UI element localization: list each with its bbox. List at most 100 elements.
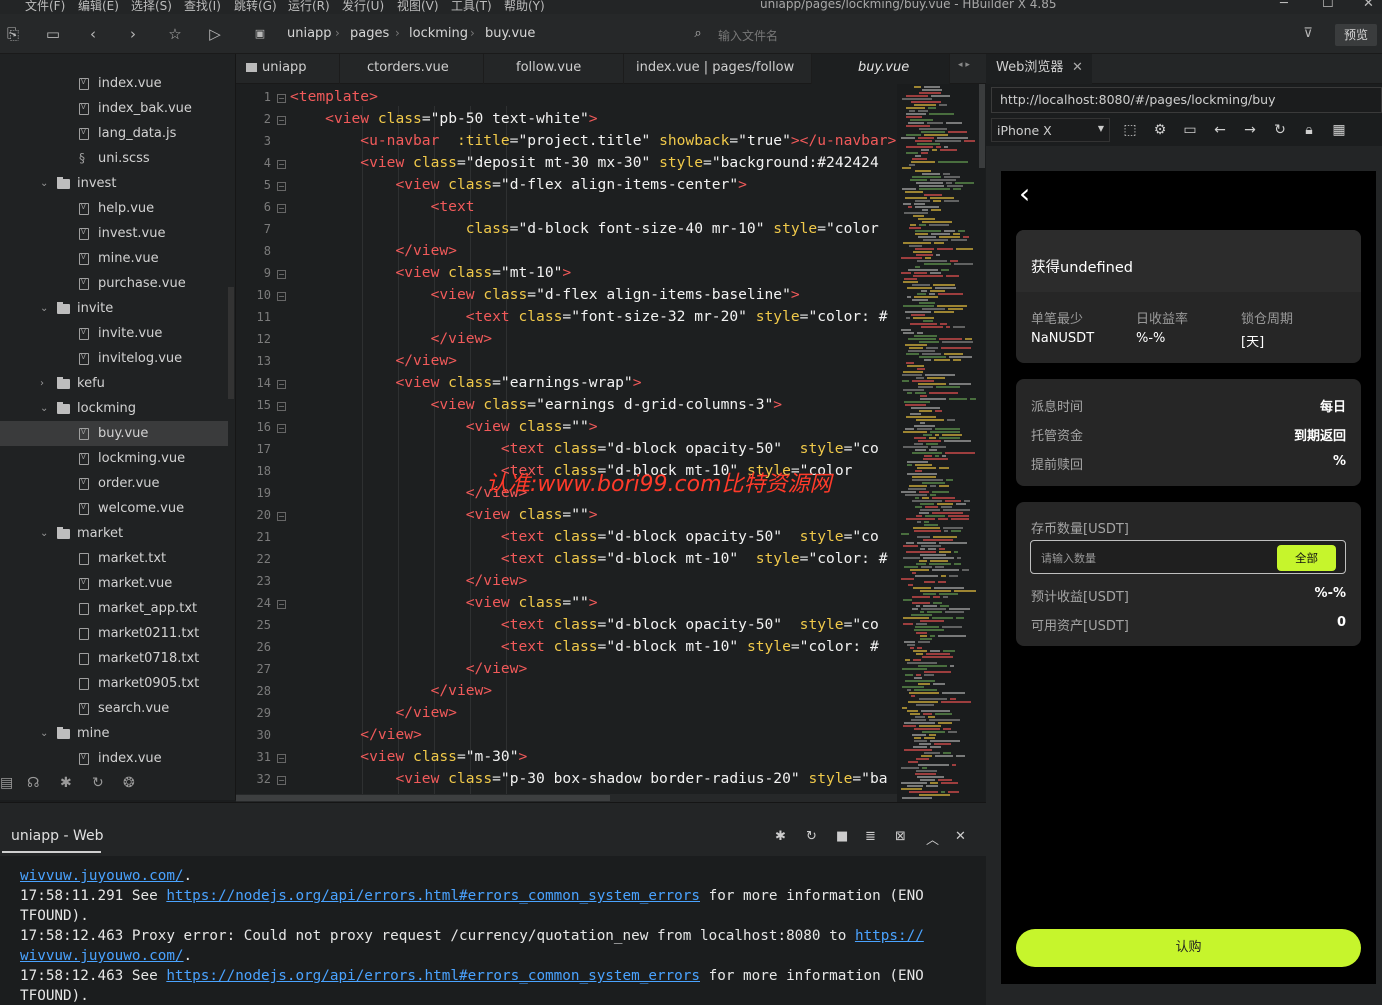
fold-toggle-icon[interactable]: − xyxy=(277,600,286,609)
save-icon[interactable]: ▭ xyxy=(42,23,64,45)
close-panel-icon[interactable]: ✕ xyxy=(955,829,966,844)
chevron-down-icon[interactable]: ⌄ xyxy=(40,521,48,546)
chevron-down-icon[interactable]: ⌄ xyxy=(40,296,48,321)
qrcode-icon[interactable]: ▦ xyxy=(1330,121,1348,139)
menu-find[interactable]: 查找(I) xyxy=(184,0,221,14)
menu-publish[interactable]: 发行(U) xyxy=(342,0,384,14)
minimap[interactable] xyxy=(897,84,985,802)
fold-toggle-icon[interactable]: − xyxy=(277,512,286,521)
tree-item[interactable]: § uni.scss xyxy=(0,146,228,171)
tree-item[interactable]: welcome.vue xyxy=(0,495,228,521)
fold-toggle-icon[interactable]: − xyxy=(277,94,286,103)
tab-follow[interactable]: follow.vue xyxy=(484,54,624,84)
star-icon[interactable]: ☆ xyxy=(164,23,186,45)
back-chevron-icon[interactable]: ‹ xyxy=(1019,179,1030,209)
tree-item[interactable]: index_bak.vue xyxy=(0,95,228,121)
refresh-icon[interactable]: ↻ xyxy=(1271,121,1289,139)
filter-log-icon[interactable]: ≣ xyxy=(865,829,876,844)
tree-item[interactable]: › kefu xyxy=(0,371,228,396)
tree-item[interactable]: order.vue xyxy=(0,470,228,496)
bug-icon[interactable]: ✱ xyxy=(775,829,786,844)
close-window-icon[interactable]: ✕ xyxy=(1363,0,1374,11)
fold-toggle-icon[interactable]: − xyxy=(277,292,286,301)
editor-hscroll-thumb[interactable] xyxy=(236,795,610,801)
tree-item[interactable]: market0211.txt xyxy=(0,621,228,646)
tree-item[interactable]: market.txt xyxy=(0,546,228,571)
project-panel-icon[interactable]: ▤ xyxy=(0,775,13,791)
restart-icon[interactable]: ↻ xyxy=(806,829,817,844)
tree-item[interactable]: market_app.txt xyxy=(0,596,228,621)
breadcrumb-lockming[interactable]: lockming xyxy=(409,26,468,41)
tree-item[interactable]: ⌄ invite xyxy=(0,296,228,321)
menu-help[interactable]: 帮助(Y) xyxy=(504,0,545,14)
debug-icon[interactable]: ☊ xyxy=(27,775,39,791)
tree-item[interactable]: market.vue xyxy=(0,570,228,596)
menu-edit[interactable]: 编辑(E) xyxy=(78,0,119,14)
stop-icon[interactable]: ■ xyxy=(836,829,848,844)
fold-toggle-icon[interactable]: − xyxy=(277,116,286,125)
back-arrow-icon[interactable]: ← xyxy=(1211,121,1229,139)
filter-icon[interactable]: ⊽ xyxy=(1297,23,1319,45)
tree-item[interactable]: ⌄ market xyxy=(0,521,228,546)
tab-index-follow[interactable]: index.vue | pages/follow xyxy=(624,54,812,84)
fold-toggle-icon[interactable]: − xyxy=(277,270,286,279)
chevron-down-icon[interactable]: ⌄ xyxy=(40,721,48,746)
plugin-icon[interactable]: ❂ xyxy=(123,775,135,791)
tree-item[interactable]: help.vue xyxy=(0,195,228,221)
new-file-icon[interactable]: ⎘ xyxy=(2,23,24,45)
tree-item[interactable]: market0718.txt xyxy=(0,646,228,671)
tree-item[interactable]: ⌄ invest xyxy=(0,171,228,196)
menu-select[interactable]: 选择(S) xyxy=(131,0,172,14)
git-icon[interactable]: ↻ xyxy=(92,775,104,791)
run-icon[interactable]: ▷ xyxy=(204,23,226,45)
menu-view[interactable]: 视图(V) xyxy=(397,0,439,14)
chevron-up-icon[interactable]: ︿ xyxy=(926,829,939,848)
tree-item[interactable]: search.vue xyxy=(0,695,228,721)
fold-toggle-icon[interactable]: − xyxy=(277,182,286,191)
clear-icon[interactable]: ⊠ xyxy=(895,829,906,844)
tree-item[interactable]: invest.vue xyxy=(0,220,228,246)
all-button[interactable]: 全部 xyxy=(1277,545,1336,571)
tab-web-browser[interactable]: Web浏览器 ✕ xyxy=(986,54,1092,84)
console-tab-title[interactable]: uniapp - Web xyxy=(11,828,103,844)
tree-item[interactable]: invitelog.vue xyxy=(0,345,228,371)
menu-tools[interactable]: 工具(T) xyxy=(451,0,492,14)
devtools-icon[interactable]: ▭ xyxy=(1181,121,1199,139)
menu-goto[interactable]: 跳转(G) xyxy=(234,0,277,14)
tree-item[interactable]: index.vue xyxy=(0,70,228,96)
amount-input[interactable]: 请输入数量 全部 xyxy=(1030,540,1346,574)
tab-ctorders[interactable]: ctorders.vue xyxy=(340,54,484,84)
tab-uniapp[interactable]: uniapp xyxy=(236,54,340,84)
chevron-down-icon[interactable]: ⌄ xyxy=(40,396,48,421)
tree-item[interactable]: invite.vue xyxy=(0,320,228,346)
tree-item[interactable]: lang_data.js xyxy=(0,120,228,146)
code-editor[interactable]: 1− <template> 2− <view class="pb-50 text-w… xyxy=(236,84,897,796)
close-icon[interactable]: ✕ xyxy=(1072,54,1083,82)
chevron-down-icon[interactable]: ⌄ xyxy=(40,171,48,196)
preview-button[interactable]: 预览 xyxy=(1335,24,1377,46)
fold-toggle-icon[interactable]: − xyxy=(277,402,286,411)
tab-buy[interactable]: buy.vue xyxy=(812,54,950,84)
fold-toggle-icon[interactable]: − xyxy=(277,424,286,433)
tree-item[interactable]: purchase.vue xyxy=(0,270,228,296)
menu-run[interactable]: 运行(R) xyxy=(288,0,330,14)
tree-item[interactable]: index.vue xyxy=(0,745,228,768)
url-input[interactable]: http://localhost:8080/#/pages/lockming/b… xyxy=(991,87,1382,113)
menu-file[interactable]: 文件(F) xyxy=(25,0,65,14)
sidebar-scrollbar[interactable] xyxy=(228,287,234,399)
fold-toggle-icon[interactable]: − xyxy=(277,776,286,785)
forward-icon[interactable]: › xyxy=(122,23,144,45)
forward-arrow-icon[interactable]: → xyxy=(1241,121,1259,139)
subscribe-button[interactable]: 认购 xyxy=(1016,929,1361,967)
breadcrumb-project[interactable]: uniapp xyxy=(287,26,332,41)
tree-item[interactable]: lockming.vue xyxy=(0,445,228,471)
fold-toggle-icon[interactable]: − xyxy=(277,204,286,213)
tree-item[interactable]: buy.vue xyxy=(0,420,228,446)
breadcrumb-file[interactable]: buy.vue xyxy=(485,26,535,41)
breadcrumb-pages[interactable]: pages xyxy=(350,26,389,41)
tab-scroll-arrows-icon[interactable]: ◂ ▸ xyxy=(958,60,970,70)
rotate-icon[interactable]: ⬚ xyxy=(1121,121,1139,139)
file-search-input[interactable]: 输入文件名 xyxy=(718,27,778,44)
maximize-icon[interactable]: ☐ xyxy=(1322,0,1334,11)
editor-vscroll-thumb[interactable] xyxy=(979,84,985,168)
